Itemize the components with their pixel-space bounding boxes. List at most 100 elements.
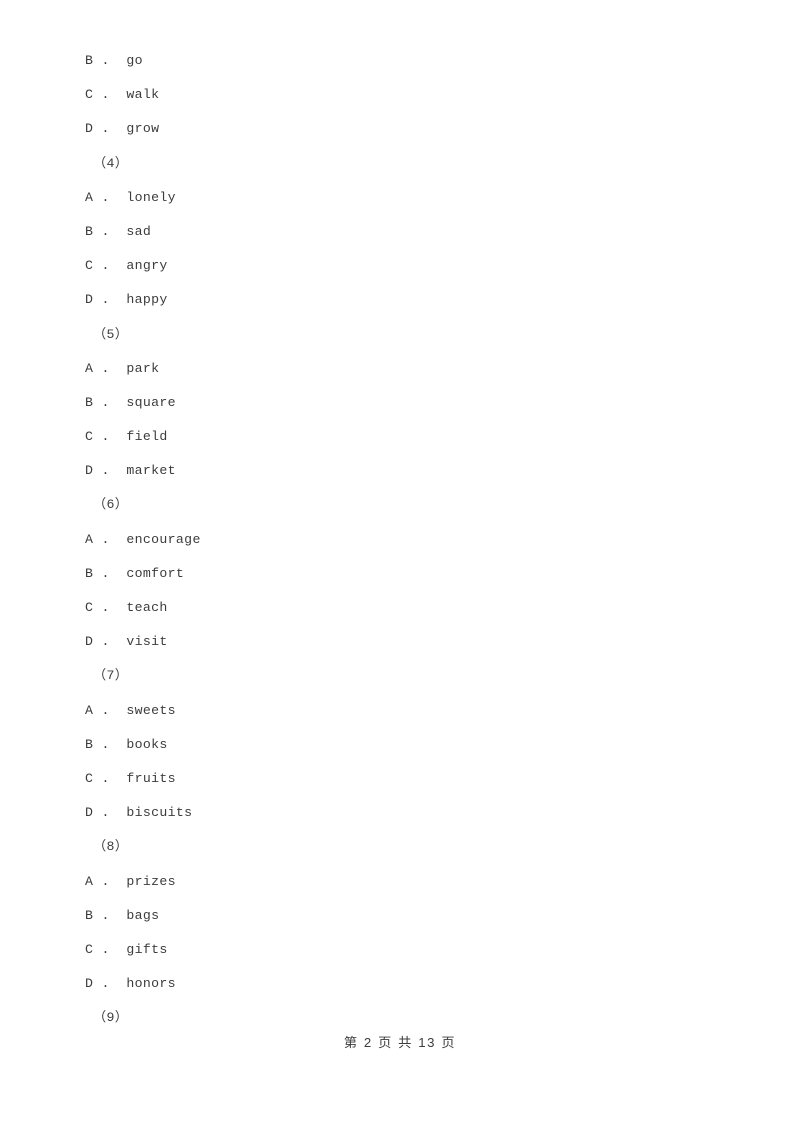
answer-option[interactable]: D . market [0,454,800,488]
option-separator: . [101,600,110,615]
option-separator: . [101,941,110,957]
answer-option[interactable]: D . grow [0,112,800,146]
answer-option[interactable]: B . square [0,386,800,420]
option-text: honors [126,976,176,992]
option-letter: C [85,770,94,786]
page-number-text: 第 2 页 共 13 页 [343,1035,457,1050]
option-letter: B [85,53,94,68]
option-letter: D [85,463,94,479]
option-text: sad [126,223,152,239]
option-separator: . [101,87,110,103]
answer-option[interactable]: A . lonely [0,181,800,215]
answer-option[interactable]: D . biscuits [0,796,800,830]
option-letter: A [85,189,94,205]
answer-option[interactable]: D . visit [0,625,800,659]
option-text: bags [126,907,160,923]
option-text: comfort [126,565,185,581]
option-letter: B [85,565,94,581]
option-letter: C [85,600,94,615]
option-letter: B [85,736,94,752]
option-letter: A [85,531,94,547]
answer-option[interactable]: B . comfort [0,557,800,591]
option-separator: . [101,907,110,923]
option-separator: . [101,736,110,752]
option-letter: C [85,258,94,274]
answer-option[interactable]: C . gifts [0,933,800,967]
option-letter: D [85,976,94,992]
option-separator: . [101,121,110,137]
option-text: teach [126,600,168,615]
option-separator: . [101,634,110,650]
option-separator: . [101,223,110,239]
option-letter: A [85,873,94,889]
answer-option[interactable]: B . sad [0,215,800,249]
option-letter: C [85,87,94,103]
answer-option[interactable]: A . prizes [0,865,800,899]
option-separator: . [101,53,110,68]
option-text: books [126,736,168,752]
option-text: walk [126,87,160,103]
answer-option[interactable]: C . fruits [0,762,800,796]
option-text: angry [126,258,168,274]
option-text: fruits [126,770,176,786]
question-number: （5） [93,326,129,342]
answer-option[interactable]: B . go [0,44,800,78]
question-number: （9） [93,1010,129,1026]
option-letter: D [85,805,94,821]
option-text: park [126,360,160,376]
answer-option[interactable]: C . angry [0,249,800,283]
answer-option[interactable]: C . teach [0,591,800,625]
option-letter: D [85,121,94,137]
option-text: biscuits [126,805,193,821]
answer-option[interactable]: A . sweets [0,694,800,728]
answer-option[interactable]: B . books [0,728,800,762]
option-letter: B [85,907,94,923]
option-letter: A [85,702,94,718]
option-separator: . [101,292,110,308]
option-text: grow [126,121,160,137]
option-separator: . [101,429,110,445]
option-text: market [126,463,176,479]
option-text: encourage [126,531,201,547]
answer-option[interactable]: B . bags [0,899,800,933]
question-number: （6） [93,497,129,513]
option-letter: C [85,941,94,957]
option-text: prizes [126,873,176,889]
option-letter: B [85,223,94,239]
option-separator: . [101,463,110,479]
option-separator: . [101,531,110,547]
answer-option[interactable]: D . honors [0,967,800,1001]
option-text: go [126,53,143,68]
question-options-list: B . go C . walk D . grow （4） A . lonely B . s… [0,44,800,1035]
option-separator: . [101,394,110,410]
option-text: gifts [126,941,168,957]
option-separator: . [101,565,110,581]
option-text: happy [126,292,168,308]
answer-option[interactable]: D . happy [0,283,800,317]
page-footer: 第 2 页 共 13 页 [0,1032,800,1054]
option-text: field [126,429,168,445]
option-separator: . [101,258,110,274]
answer-option[interactable]: A . encourage [0,523,800,557]
option-text: lonely [126,189,176,205]
option-separator: . [101,360,110,376]
answer-option[interactable]: C . walk [0,78,800,112]
question-number: （7） [93,668,129,684]
question-number: （8） [93,839,129,855]
option-text: square [126,394,176,410]
option-letter: C [85,429,94,445]
option-separator: . [101,805,110,821]
option-separator: . [101,873,110,889]
option-separator: . [101,976,110,992]
option-letter: D [85,292,94,308]
option-letter: B [85,394,94,410]
answer-option[interactable]: C . field [0,420,800,454]
option-text: visit [126,634,168,650]
option-letter: D [85,634,94,650]
option-separator: . [101,189,110,205]
option-separator: . [101,770,110,786]
answer-option[interactable]: A . park [0,352,800,386]
option-letter: A [85,360,94,376]
document-page: B . go C . walk D . grow （4） A . lonely B . s… [0,0,800,1132]
option-text: sweets [126,702,176,718]
